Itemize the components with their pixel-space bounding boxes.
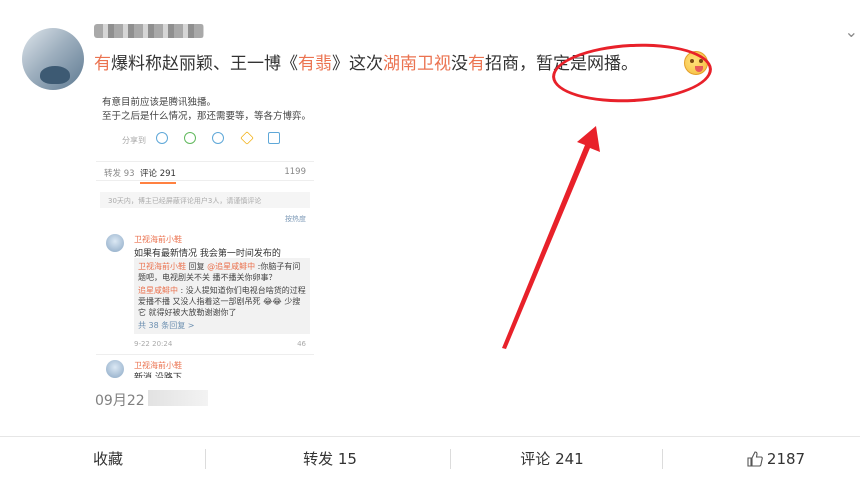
reply-box: 卫视海前小鞋 回复 @追星咸鲱中 :你脑子有问题吧，电视剧关不关 播不播关你卵事… — [134, 258, 310, 334]
comment-button[interactable]: 评论 241 — [492, 437, 612, 480]
chevron-down-icon[interactable]: ⌄ — [845, 22, 858, 41]
reply-mention: @追星咸鲱中 — [207, 262, 256, 271]
reply-user: 卫视海前小鞋 — [138, 262, 186, 271]
post-text-segment: 》这次 — [332, 54, 383, 74]
reply-verb: 回复 — [188, 262, 205, 271]
star-icon — [240, 131, 254, 145]
commenter-avatar — [106, 360, 124, 378]
sort-label: 按热度 — [285, 215, 306, 223]
highlighted-keyword[interactable]: 湖南卫视 — [383, 54, 451, 74]
divider — [662, 449, 663, 469]
commenter-avatar — [106, 234, 124, 252]
red-annotation-circle — [550, 39, 714, 107]
embedded-screenshot[interactable]: 有意目前应该是腾讯独播。 至于之后是什么情况，那还需要等，等各方博弈。 分享到 … — [96, 86, 314, 378]
divider — [450, 449, 451, 469]
post-timestamp[interactable]: 09月22 — [95, 390, 145, 410]
more-replies-link: 共 38 条回复 > — [138, 321, 195, 330]
favorite-button[interactable]: 收藏 — [60, 437, 156, 480]
tab-repost: 转发 93 — [104, 169, 135, 179]
qzone-icon — [268, 132, 280, 144]
comment-likes: 46 — [297, 340, 306, 348]
post-text-segment: 没 — [451, 54, 468, 74]
author-avatar[interactable] — [22, 28, 84, 90]
author-name-blurred[interactable] — [94, 24, 204, 38]
reply-user: 追星咸鲱中 — [138, 286, 178, 295]
post-text-segment: 爆料称赵丽颖、王一博《 — [111, 54, 298, 74]
like-button[interactable]: 2187 — [730, 437, 822, 480]
action-bar: 收藏 转发 15 评论 241 2187 — [0, 436, 860, 480]
tab-comments: 评论 291 — [140, 169, 176, 184]
like-count: 2187 — [766, 450, 806, 468]
highlighted-keyword[interactable]: 有翡 — [298, 54, 332, 74]
wechat-icon — [156, 132, 168, 144]
timestamp-blurred — [148, 390, 208, 406]
highlighted-keyword[interactable]: 有 — [468, 54, 485, 74]
commenter-name: 卫视海前小鞋 — [134, 235, 182, 244]
thumbs-up-icon — [747, 451, 763, 467]
share-label: 分享到 — [122, 136, 146, 145]
tab-likes: 1199 — [284, 167, 306, 177]
comment-time: 9-22 20:24 — [134, 340, 173, 348]
screenshot-text-line: 至于之后是什么情况，那还需要等，等各方博弈。 — [102, 111, 312, 122]
comment-notice: 30天内，博主已经屏蔽评论用户3人，请谨慎评论 — [100, 192, 310, 208]
moments-icon — [184, 132, 196, 144]
qq-icon — [212, 132, 224, 144]
highlighted-keyword[interactable]: 有 — [94, 54, 111, 74]
repost-button[interactable]: 转发 15 — [270, 437, 390, 480]
share-row: 分享到 — [96, 131, 314, 150]
divider — [205, 449, 206, 469]
screenshot-text-line: 有意目前应该是腾讯独播。 — [102, 97, 217, 108]
divider — [96, 354, 314, 355]
screenshot-tabs: 转发 93 评论 291 1199 — [96, 161, 314, 184]
comment-text: 新消 沿路下 — [134, 373, 182, 378]
